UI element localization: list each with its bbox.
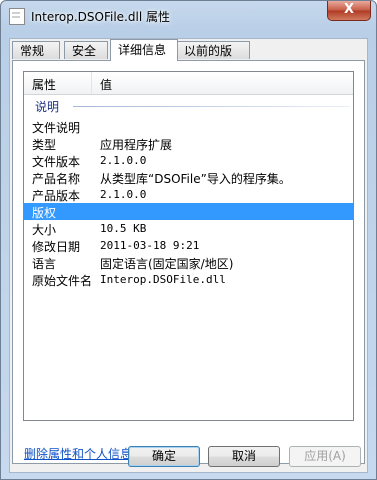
close-icon: X [343,2,355,17]
file-icon [9,8,25,25]
tab-details[interactable]: 详细信息 [110,39,178,61]
property-name: 产品名称 [32,172,81,186]
property-name: 类型 [32,138,57,152]
details-tab-page: 属性 值 说明 文件说明 类型 应用程序扩展 文件版本 2.1.0.0 产品名称… [12,60,365,464]
ok-button[interactable]: 确定 [128,446,200,467]
property-value: 固定语言(固定国家/地区) [100,257,234,271]
property-value: 2.1.0.0 [100,188,147,201]
property-name: 文件说明 [32,121,81,135]
tab-security[interactable]: 安全 [64,41,108,59]
group-header-description[interactable]: 说明 [24,98,353,114]
remove-properties-link[interactable]: 删除属性和个人信息 [24,445,132,462]
list-header: 属性 值 [24,72,353,95]
properties-window: Interop.DSOFile.dll 属性 X 常规 安全 详细信息 以前的版… [0,0,377,480]
column-divider[interactable] [91,72,92,94]
property-value: Interop.DSOFile.dll [100,273,226,286]
property-value: 10.5 KB [100,222,147,235]
property-name: 修改日期 [32,240,81,254]
list-item-file-description[interactable]: 文件说明 [24,118,353,135]
property-value: 应用程序扩展 [100,138,173,152]
column-header-value[interactable]: 值 [100,76,112,93]
list-item-copyright[interactable]: 版权 [24,203,353,220]
property-name: 语言 [32,257,57,271]
property-name: 原始文件名 [32,274,93,288]
tab-label: 详细信息 [118,43,167,57]
tab-previous-versions[interactable]: 以前的版本 [176,41,250,76]
column-header-property[interactable]: 属性 [32,76,56,93]
list-item-type[interactable]: 类型 应用程序扩展 [24,135,353,152]
tab-label: 常规 [20,44,45,58]
list-item-original-filename[interactable]: 原始文件名 Interop.DSOFile.dll [24,271,353,288]
property-value: 2011-03-18 9:21 [100,239,200,252]
ok-button-label: 确定 [151,449,176,463]
list-item-size[interactable]: 大小 10.5 KB [24,220,353,237]
list-item-product-version[interactable]: 产品版本 2.1.0.0 [24,186,353,203]
properties-panel: 常规 安全 详细信息 以前的版本 属性 值 说明 [9,38,368,473]
property-value: 2.1.0.0 [100,154,147,167]
property-name: 大小 [32,223,57,237]
cancel-button[interactable]: 取消 [208,446,280,467]
apply-button[interactable]: 应用(A) [289,446,361,467]
apply-button-label: 应用(A) [304,449,346,463]
details-list[interactable]: 属性 值 说明 文件说明 类型 应用程序扩展 文件版本 2.1.0.0 产品名称… [23,71,354,421]
title-bar[interactable]: Interop.DSOFile.dll 属性 X [1,1,376,29]
window-title: Interop.DSOFile.dll 属性 [31,10,170,24]
property-name: 文件版本 [32,155,81,169]
property-value: 从类型库“DSOFile”导入的程序集。 [100,172,291,186]
list-item-product-name[interactable]: 产品名称 从类型库“DSOFile”导入的程序集。 [24,169,353,186]
list-item-file-version[interactable]: 文件版本 2.1.0.0 [24,152,353,169]
property-name: 产品版本 [32,189,81,203]
cancel-button-label: 取消 [231,449,256,463]
list-item-language[interactable]: 语言 固定语言(固定国家/地区) [24,254,353,271]
tab-label: 安全 [72,44,97,58]
group-label: 说明 [35,100,60,114]
property-name: 版权 [32,206,57,220]
group-divider [73,106,349,107]
list-item-date-modified[interactable]: 修改日期 2011-03-18 9:21 [24,237,353,254]
tab-general[interactable]: 常规 [12,41,60,59]
close-button[interactable]: X [327,1,371,21]
